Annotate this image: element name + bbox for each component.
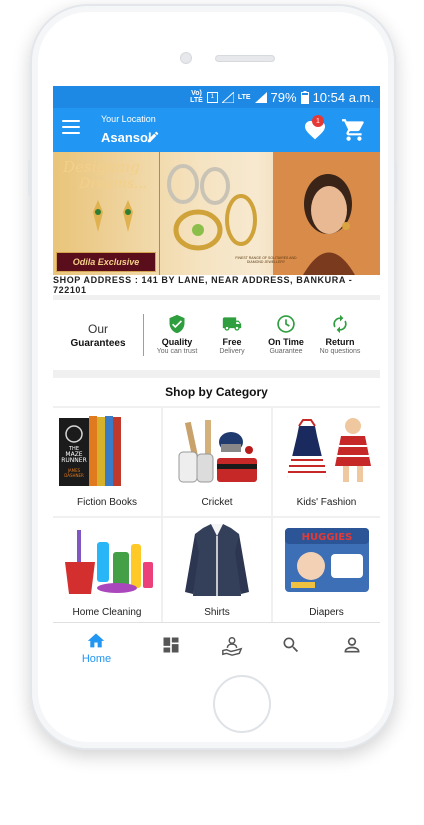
phone-home-button xyxy=(213,675,271,733)
guarantee-subtitle: You can trust xyxy=(156,348,198,355)
guarantee-return: Return No questions xyxy=(312,314,368,355)
guarantee-delivery: Free Delivery xyxy=(204,314,260,355)
guarantee-subtitle: Delivery xyxy=(219,348,245,355)
nav-home-label: Home xyxy=(81,653,112,665)
refresh-icon xyxy=(333,314,347,334)
guarantees-our-label: Our xyxy=(87,322,108,336)
front-camera xyxy=(180,52,192,64)
dashboard-icon xyxy=(163,637,179,653)
category-grid: THE MAZE RUNNER JAMES DASHNER Fiction Bo… xyxy=(53,408,380,626)
guarantee-on-time: On Time Guarantee xyxy=(258,314,314,355)
volume-button xyxy=(28,160,31,196)
category-tile-cricket[interactable]: Cricket xyxy=(163,408,271,516)
status-bar: Vo) LTE 1 LTE 79% 10:54 a.m. xyxy=(53,86,380,108)
category-tile-kids-fashion[interactable]: Kids' Fashion xyxy=(273,408,380,516)
lte-label: LTE xyxy=(237,93,251,101)
location-city[interactable]: Asansol xyxy=(101,130,152,145)
section-title: Shop by Category xyxy=(53,378,380,406)
promo-banner[interactable]: Designing Dreams... Odila Exclusive FINE… xyxy=(53,152,380,275)
banner-brand-text: Odila Exclusive xyxy=(72,257,140,267)
guarantee-title: On Time xyxy=(268,337,304,347)
menu-button[interactable] xyxy=(62,120,80,134)
hand-person-icon xyxy=(222,637,243,656)
guarantee-title: Quality xyxy=(161,337,193,347)
category-label: Shirts xyxy=(204,607,230,618)
search-icon xyxy=(283,637,299,653)
pencil-icon[interactable] xyxy=(146,130,160,144)
banner-caption: FINEST RANGE OF SOLITAIRES AND DIAMOND J… xyxy=(235,256,297,264)
power-button xyxy=(394,162,397,202)
shirt-image xyxy=(185,524,249,596)
clock-icon xyxy=(277,315,295,333)
signal-strength-icon xyxy=(254,91,267,103)
nav-search[interactable] xyxy=(259,623,324,670)
banner-brand-logo: Odila Exclusive xyxy=(56,252,156,272)
bottom-navigation: Home xyxy=(53,622,380,670)
nav-home[interactable]: Home xyxy=(64,623,129,670)
app-bar: Your Location Asansol 1 xyxy=(53,108,380,152)
category-label: Home Cleaning xyxy=(72,607,142,618)
book-set-image: THE MAZE RUNNER JAMES DASHNER xyxy=(59,416,121,486)
wishlist-badge: 1 xyxy=(312,115,324,127)
category-label: Kids' Fashion xyxy=(296,497,357,508)
guarantee-subtitle: No questions xyxy=(319,348,361,355)
banner-title-line2: Dreams... xyxy=(79,176,148,192)
cricket-kit-image xyxy=(178,420,257,483)
shield-check-icon xyxy=(169,314,185,334)
guarantees-strip: Our Guarantees Quality You can trust Fre… xyxy=(53,300,380,370)
truck-icon xyxy=(222,317,242,331)
location-label: Your Location xyxy=(101,114,156,124)
shop-address: SHOP ADDRESS : 141 BY LANE, NEAR ADDRESS… xyxy=(53,275,380,295)
banner-title-line1: Designing xyxy=(63,158,140,176)
kids-dress-image xyxy=(287,418,371,482)
guarantees-divider xyxy=(143,314,144,356)
guarantees-title: Guarantees xyxy=(70,338,126,349)
category-label: Fiction Books xyxy=(76,497,138,508)
category-tile-home-cleaning[interactable]: Home Cleaning xyxy=(53,518,161,626)
guarantee-title: Return xyxy=(325,337,355,347)
account-icon xyxy=(344,637,360,653)
battery-percent: 79% xyxy=(270,89,297,105)
cart-icon[interactable] xyxy=(341,117,367,143)
signal-icon xyxy=(221,91,234,103)
volte-bottom-label: LTE xyxy=(190,97,203,104)
book-cover-text: RUNNER xyxy=(61,457,87,464)
diapers-pack-image: HUGGIES xyxy=(285,528,369,592)
category-tile-diapers[interactable]: HUGGIES Diapers xyxy=(273,518,380,626)
category-label: Cricket xyxy=(201,497,233,508)
sim-indicator: 1 xyxy=(206,91,218,103)
category-tile-shirts[interactable]: Shirts xyxy=(163,518,271,626)
guarantee-quality: Quality You can trust xyxy=(149,314,205,355)
status-time: 10:54 a.m. xyxy=(312,89,374,105)
home-icon xyxy=(87,633,105,648)
app-screen: Vo) LTE 1 LTE 79% 10:54 a.m. Your Locati… xyxy=(53,86,380,670)
volte-indicator: Vo) LTE xyxy=(190,90,203,104)
guarantee-subtitle: Guarantee xyxy=(269,348,303,355)
battery-icon xyxy=(300,90,309,104)
nav-categories[interactable] xyxy=(139,623,204,670)
nav-services[interactable] xyxy=(199,623,264,670)
diaper-brand-text: HUGGIES xyxy=(302,532,353,543)
category-label: Diapers xyxy=(309,607,344,618)
volte-top-label: Vo) xyxy=(191,90,202,97)
cleaning-supplies-image xyxy=(65,530,153,594)
guarantee-title: Free xyxy=(222,337,242,347)
nav-account[interactable] xyxy=(320,623,380,670)
earpiece-speaker xyxy=(215,55,275,62)
category-tile-fiction-books[interactable]: THE MAZE RUNNER JAMES DASHNER Fiction Bo… xyxy=(53,408,161,516)
book-cover-text: DASHNER xyxy=(64,473,84,478)
